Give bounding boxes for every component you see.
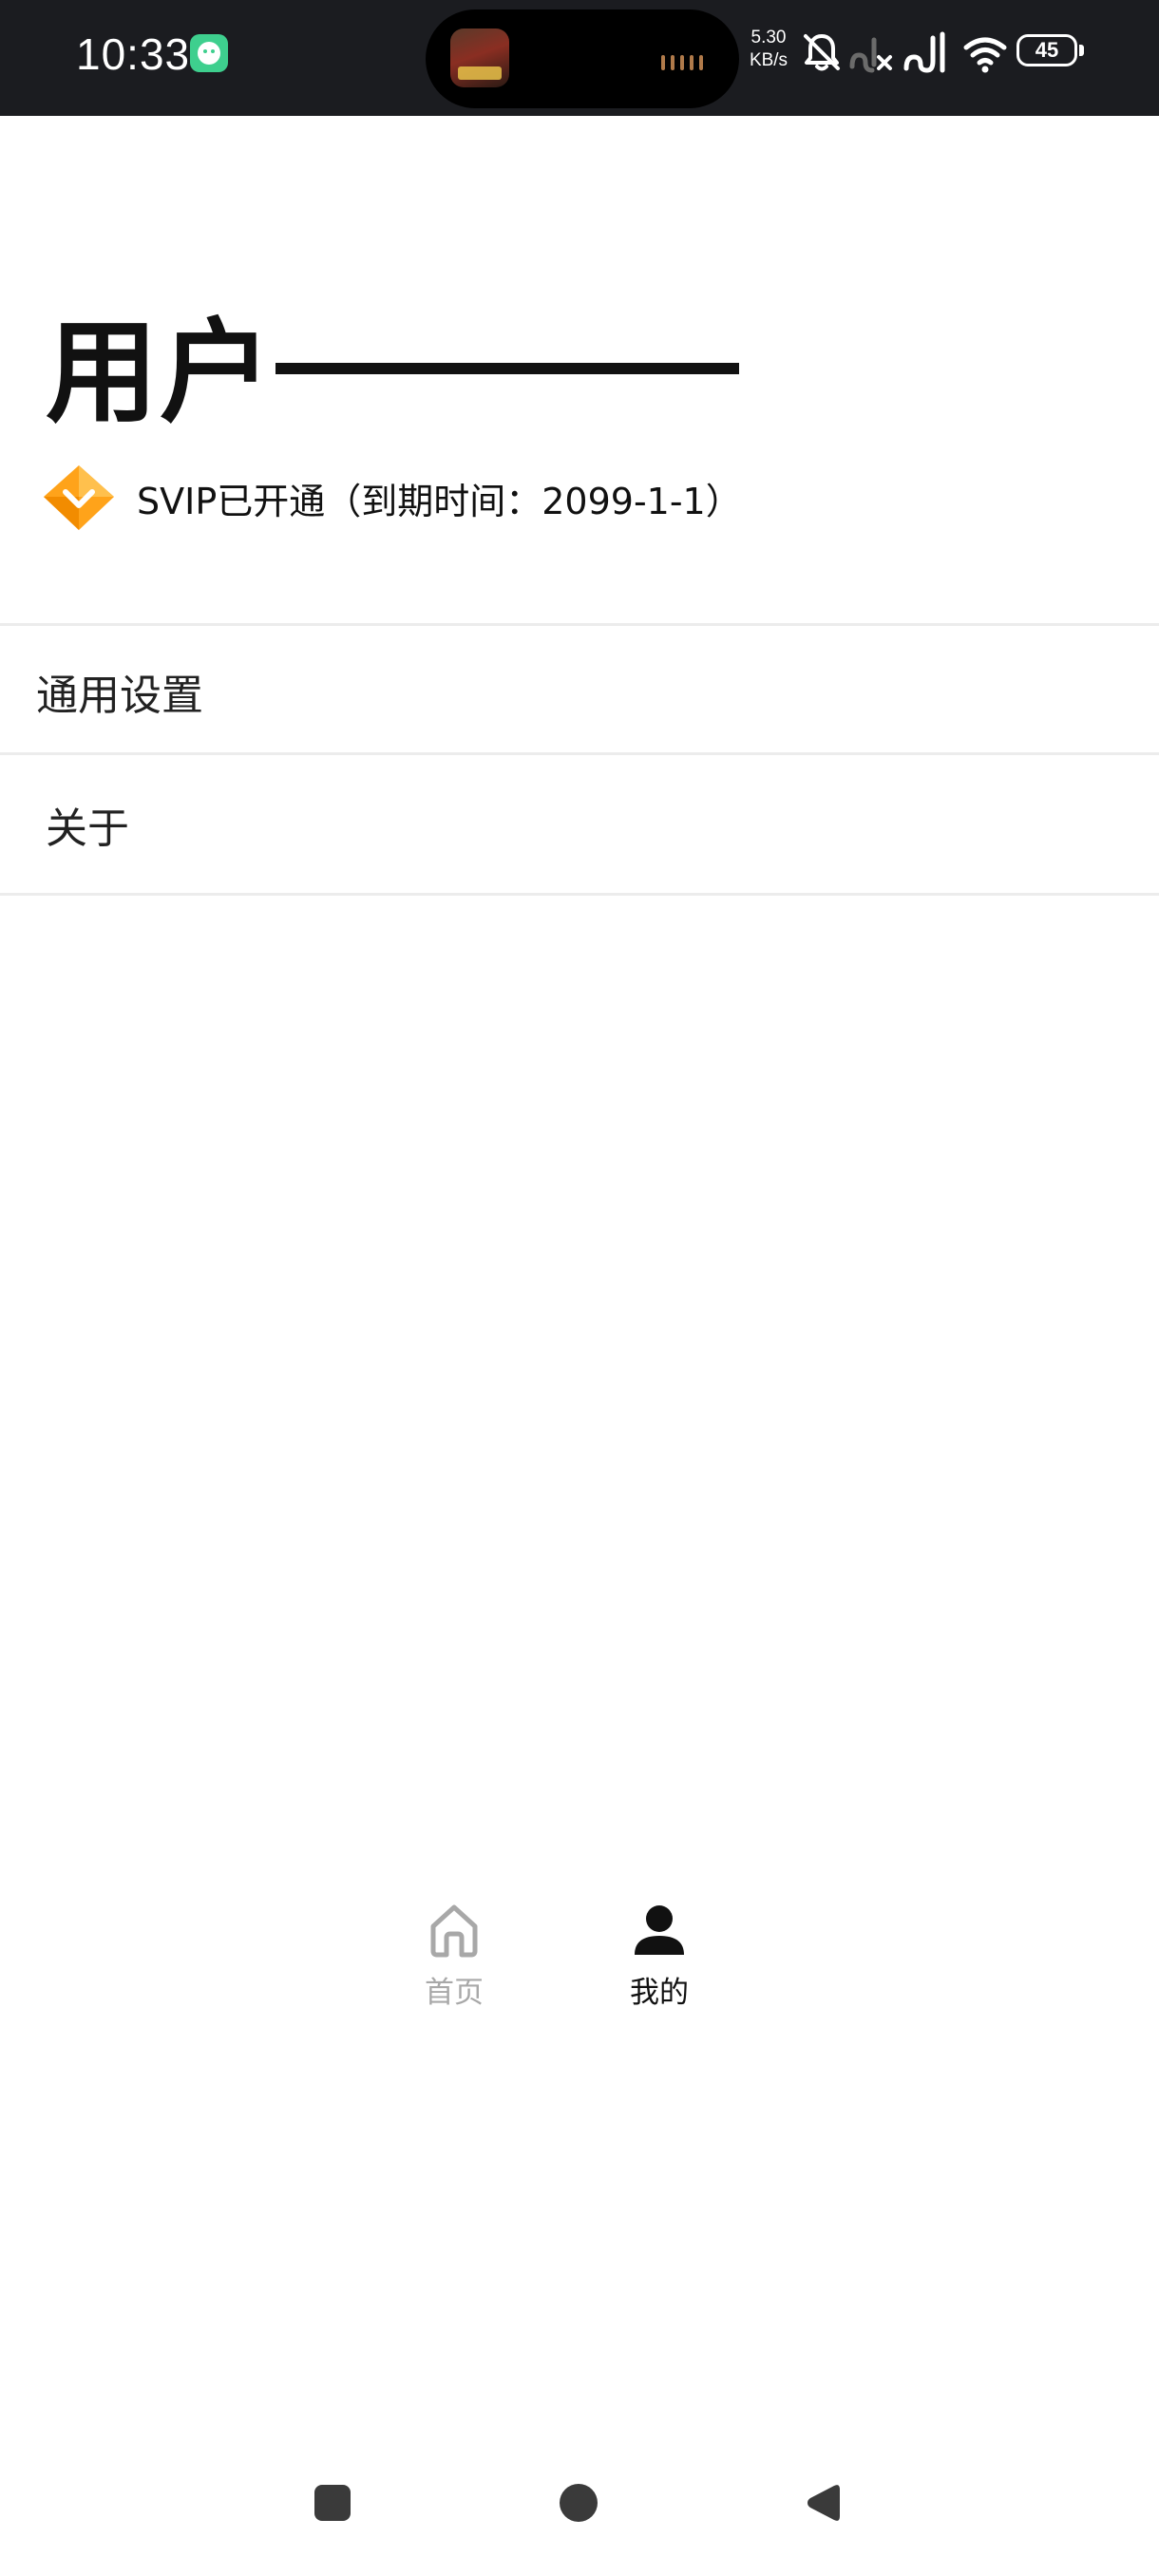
home-icon [430,1904,478,1958]
vip-status-row: SVIP已开通（到期时间：2099-1-1） [40,460,742,536]
menu-divider [0,752,1159,755]
signal-icon [903,31,945,73]
app-notification-icon [190,34,228,72]
menu-item-label: 通用设置 [36,672,203,720]
recent-apps-icon[interactable] [311,2481,354,2525]
signal-x-icon [849,37,892,73]
dynamic-island[interactable] [426,9,739,108]
diamond-icon [44,465,114,530]
back-triangle-icon[interactable] [802,2481,846,2525]
person-icon [635,1905,684,1955]
menu-item-label: 关于 [46,805,129,853]
status-bar: 10:33 5.30 KB/s 45 [0,0,1159,116]
battery-icon: 45 [1016,34,1087,70]
net-speed-value: 5.30 [750,28,787,47]
user-name-dash [276,363,739,374]
wifi-icon [963,37,1007,73]
home-circle-icon[interactable] [557,2481,600,2525]
tab-home[interactable]: 首页 [388,1900,521,2033]
menu-item-about[interactable]: 关于 [0,762,1159,887]
tab-label: 首页 [425,1976,484,2010]
menu-item-general-settings[interactable]: 通用设置 [0,629,1159,754]
battery-level: 45 [1016,34,1077,66]
net-speed: 5.30 KB/s [747,27,790,72]
bell-muted-icon [804,34,840,71]
profile-header: 用户 SVIP已开通（到期时间：2099-1-1） [0,116,1159,625]
menu-divider [0,893,1159,896]
status-time: 10:33 [76,29,191,79]
game-app-thumbnail [450,28,509,87]
user-name: 用户 [46,307,275,438]
audio-bars-icon [661,55,703,70]
tab-label: 我的 [630,1976,689,2010]
menu-divider [0,623,1159,626]
vip-status-text: SVIP已开通（到期时间：2099-1-1） [137,480,742,522]
net-speed-unit: KB/s [749,50,788,70]
tab-mine[interactable]: 我的 [593,1900,726,2033]
